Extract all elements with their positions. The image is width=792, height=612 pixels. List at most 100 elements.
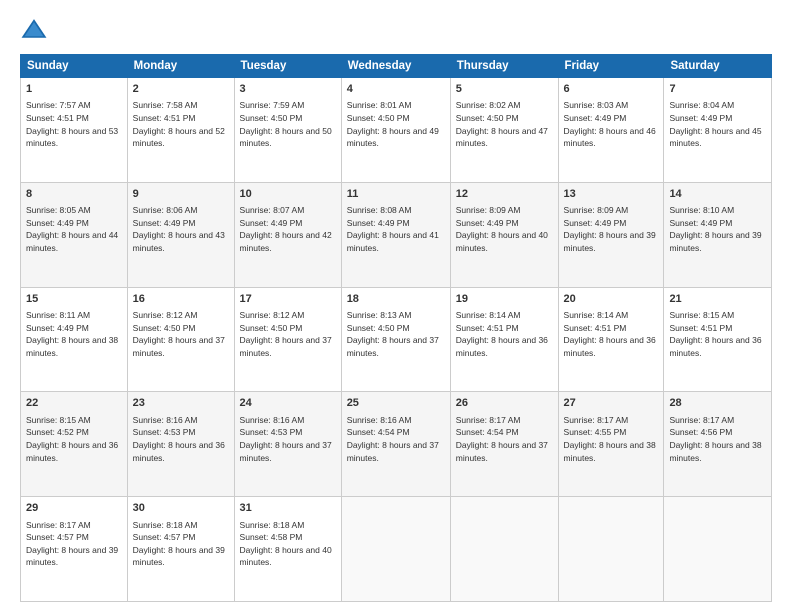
day-number: 6	[564, 82, 659, 97]
day-number: 16	[133, 292, 229, 307]
table-row: 4 Sunrise: 8:01 AMSunset: 4:50 PMDaylight…	[341, 78, 450, 183]
day-info: Sunrise: 8:14 AMSunset: 4:51 PMDaylight:…	[564, 310, 656, 358]
day-info: Sunrise: 8:18 AMSunset: 4:57 PMDaylight:…	[133, 520, 225, 568]
day-info: Sunrise: 8:13 AMSunset: 4:50 PMDaylight:…	[347, 310, 439, 358]
day-info: Sunrise: 8:17 AMSunset: 4:56 PMDaylight:…	[669, 415, 761, 463]
table-row	[450, 497, 558, 602]
table-row: 13Sunrise: 8:09 AMSunset: 4:49 PMDayligh…	[558, 182, 664, 287]
table-row: 10 Sunrise: 8:07 AMSunset: 4:49 PMDayligh…	[234, 182, 341, 287]
table-row: 20 Sunrise: 8:14 AMSunset: 4:51 PMDayligh…	[558, 287, 664, 392]
header	[20, 16, 772, 44]
table-row: 27Sunrise: 8:17 AMSunset: 4:55 PMDayligh…	[558, 392, 664, 497]
table-row	[558, 497, 664, 602]
day-info: Sunrise: 8:16 AMSunset: 4:53 PMDaylight:…	[240, 415, 332, 463]
page: SundayMondayTuesdayWednesdayThursdayFrid…	[0, 0, 792, 612]
day-number: 2	[133, 82, 229, 97]
day-number: 1	[26, 82, 122, 97]
calendar-week-1: 1 Sunrise: 7:57 AMSunset: 4:51 PMDaylight…	[21, 78, 772, 183]
day-number: 21	[669, 292, 766, 307]
day-number: 4	[347, 82, 445, 97]
day-number: 26	[456, 396, 553, 411]
day-info: Sunrise: 7:57 AMSunset: 4:51 PMDaylight:…	[26, 100, 118, 148]
day-number: 28	[669, 396, 766, 411]
table-row: 16 Sunrise: 8:12 AMSunset: 4:50 PMDayligh…	[127, 287, 234, 392]
day-number: 29	[26, 501, 122, 516]
day-number: 3	[240, 82, 336, 97]
day-info: Sunrise: 8:17 AMSunset: 4:57 PMDaylight:…	[26, 520, 118, 568]
table-row: 11 Sunrise: 8:08 AMSunset: 4:49 PMDayligh…	[341, 182, 450, 287]
day-number: 11	[347, 187, 445, 202]
day-info: Sunrise: 8:02 AMSunset: 4:50 PMDaylight:…	[456, 100, 548, 148]
day-number: 7	[669, 82, 766, 97]
day-number: 22	[26, 396, 122, 411]
day-info: Sunrise: 8:15 AMSunset: 4:52 PMDaylight:…	[26, 415, 118, 463]
calendar-week-4: 22 Sunrise: 8:15 AMSunset: 4:52 PMDayligh…	[21, 392, 772, 497]
day-number: 31	[240, 501, 336, 516]
calendar-week-2: 8 Sunrise: 8:05 AMSunset: 4:49 PMDaylight…	[21, 182, 772, 287]
calendar-week-3: 15 Sunrise: 8:11 AMSunset: 4:49 PMDayligh…	[21, 287, 772, 392]
day-number: 9	[133, 187, 229, 202]
table-row: 26 Sunrise: 8:17 AMSunset: 4:54 PMDayligh…	[450, 392, 558, 497]
table-row: 1 Sunrise: 7:57 AMSunset: 4:51 PMDaylight…	[21, 78, 128, 183]
logo-icon	[20, 16, 48, 44]
day-info: Sunrise: 8:16 AMSunset: 4:53 PMDaylight:…	[133, 415, 225, 463]
table-row: 2 Sunrise: 7:58 AMSunset: 4:51 PMDaylight…	[127, 78, 234, 183]
day-info: Sunrise: 8:15 AMSunset: 4:51 PMDaylight:…	[669, 310, 761, 358]
table-row: 15 Sunrise: 8:11 AMSunset: 4:49 PMDayligh…	[21, 287, 128, 392]
day-info: Sunrise: 8:08 AMSunset: 4:49 PMDaylight:…	[347, 205, 439, 253]
day-number: 24	[240, 396, 336, 411]
day-header-monday: Monday	[127, 55, 234, 78]
day-info: Sunrise: 8:12 AMSunset: 4:50 PMDaylight:…	[133, 310, 225, 358]
calendar-header-row: SundayMondayTuesdayWednesdayThursdayFrid…	[21, 55, 772, 78]
table-row: 14 Sunrise: 8:10 AMSunset: 4:49 PMDayligh…	[664, 182, 772, 287]
table-row: 21 Sunrise: 8:15 AMSunset: 4:51 PMDayligh…	[664, 287, 772, 392]
day-number: 14	[669, 187, 766, 202]
day-info: Sunrise: 8:06 AMSunset: 4:49 PMDaylight:…	[133, 205, 225, 253]
day-header-tuesday: Tuesday	[234, 55, 341, 78]
day-header-saturday: Saturday	[664, 55, 772, 78]
day-number: 5	[456, 82, 553, 97]
day-number: 13	[564, 187, 659, 202]
day-header-friday: Friday	[558, 55, 664, 78]
table-row: 22 Sunrise: 8:15 AMSunset: 4:52 PMDayligh…	[21, 392, 128, 497]
table-row: 6 Sunrise: 8:03 AMSunset: 4:49 PMDaylight…	[558, 78, 664, 183]
table-row: 18Sunrise: 8:13 AMSunset: 4:50 PMDayligh…	[341, 287, 450, 392]
table-row: 17 Sunrise: 8:12 AMSunset: 4:50 PMDayligh…	[234, 287, 341, 392]
table-row: 23Sunrise: 8:16 AMSunset: 4:53 PMDayligh…	[127, 392, 234, 497]
table-row: 7Sunrise: 8:04 AMSunset: 4:49 PMDaylight…	[664, 78, 772, 183]
day-info: Sunrise: 8:11 AMSunset: 4:49 PMDaylight:…	[26, 310, 118, 358]
day-number: 10	[240, 187, 336, 202]
table-row: 19Sunrise: 8:14 AMSunset: 4:51 PMDayligh…	[450, 287, 558, 392]
day-info: Sunrise: 8:05 AMSunset: 4:49 PMDaylight:…	[26, 205, 118, 253]
day-header-sunday: Sunday	[21, 55, 128, 78]
day-number: 15	[26, 292, 122, 307]
logo	[20, 16, 52, 44]
table-row: 30Sunrise: 8:18 AMSunset: 4:57 PMDayligh…	[127, 497, 234, 602]
day-number: 25	[347, 396, 445, 411]
table-row: 8 Sunrise: 8:05 AMSunset: 4:49 PMDaylight…	[21, 182, 128, 287]
table-row: 5 Sunrise: 8:02 AMSunset: 4:50 PMDaylight…	[450, 78, 558, 183]
day-info: Sunrise: 8:03 AMSunset: 4:49 PMDaylight:…	[564, 100, 656, 148]
day-info: Sunrise: 8:18 AMSunset: 4:58 PMDaylight:…	[240, 520, 332, 568]
day-info: Sunrise: 8:01 AMSunset: 4:50 PMDaylight:…	[347, 100, 439, 148]
table-row: 29 Sunrise: 8:17 AMSunset: 4:57 PMDayligh…	[21, 497, 128, 602]
day-info: Sunrise: 8:07 AMSunset: 4:49 PMDaylight:…	[240, 205, 332, 253]
day-header-thursday: Thursday	[450, 55, 558, 78]
day-info: Sunrise: 8:12 AMSunset: 4:50 PMDaylight:…	[240, 310, 332, 358]
table-row: 3 Sunrise: 7:59 AMSunset: 4:50 PMDaylight…	[234, 78, 341, 183]
table-row	[341, 497, 450, 602]
table-row: 25 Sunrise: 8:16 AMSunset: 4:54 PMDayligh…	[341, 392, 450, 497]
table-row	[664, 497, 772, 602]
day-number: 12	[456, 187, 553, 202]
day-number: 19	[456, 292, 553, 307]
table-row: 24 Sunrise: 8:16 AMSunset: 4:53 PMDayligh…	[234, 392, 341, 497]
day-info: Sunrise: 7:59 AMSunset: 4:50 PMDaylight:…	[240, 100, 332, 148]
day-number: 17	[240, 292, 336, 307]
day-info: Sunrise: 8:16 AMSunset: 4:54 PMDaylight:…	[347, 415, 439, 463]
day-info: Sunrise: 8:10 AMSunset: 4:49 PMDaylight:…	[669, 205, 761, 253]
day-number: 8	[26, 187, 122, 202]
day-info: Sunrise: 7:58 AMSunset: 4:51 PMDaylight:…	[133, 100, 225, 148]
day-info: Sunrise: 8:09 AMSunset: 4:49 PMDaylight:…	[456, 205, 548, 253]
day-number: 20	[564, 292, 659, 307]
day-info: Sunrise: 8:17 AMSunset: 4:54 PMDaylight:…	[456, 415, 548, 463]
